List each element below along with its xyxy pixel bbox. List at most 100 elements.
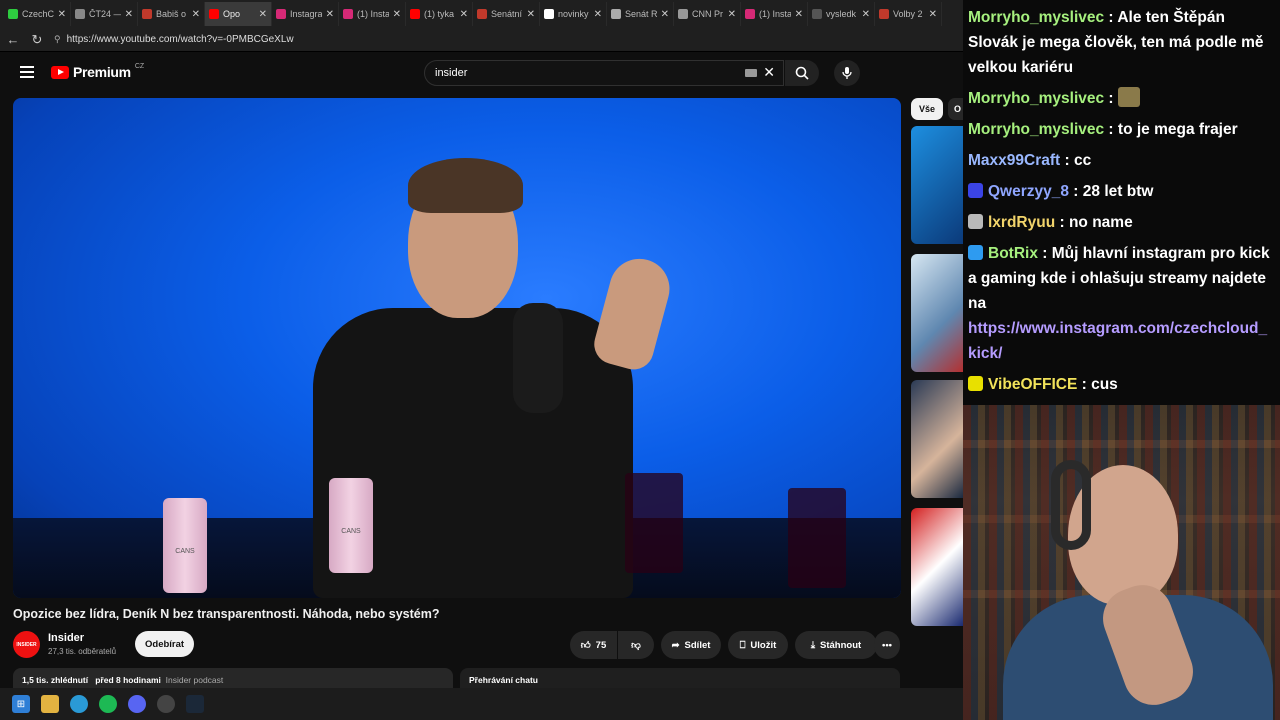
reload-icon[interactable]: ↻ xyxy=(30,32,44,48)
subscribe-button[interactable]: Odebírat xyxy=(135,631,195,657)
chat-badge-icon xyxy=(968,376,983,391)
search-value: insider xyxy=(435,67,468,79)
chat-separator: : xyxy=(1104,9,1118,26)
recommended-thumbnail[interactable] xyxy=(911,254,963,372)
tab-close-icon[interactable]: ✕ xyxy=(527,9,535,20)
search-button[interactable] xyxy=(785,60,819,86)
browser-tab[interactable]: novinky ✕ xyxy=(540,2,607,26)
subscriber-count: 27,3 tis. odběratelů xyxy=(48,647,117,656)
discord-icon[interactable] xyxy=(128,695,146,713)
thumbs-down-icon: 👎︎ xyxy=(631,640,641,651)
browser-tab[interactable]: Opo ✕ xyxy=(205,2,272,26)
browser-tab[interactable]: ČT24 — ✕ xyxy=(71,2,138,26)
tab-favicon-icon xyxy=(879,9,889,19)
chat-username[interactable]: Morryho_myslivec xyxy=(968,121,1104,138)
logo-country: CZ xyxy=(134,62,145,70)
tab-close-icon[interactable]: ✕ xyxy=(326,9,334,20)
tab-close-icon[interactable]: ✕ xyxy=(661,9,669,20)
chat-username[interactable]: lxrdRyuu xyxy=(988,214,1055,231)
clear-search-icon[interactable]: ✕ xyxy=(763,64,775,81)
browser-tab[interactable]: Senát R ✕ xyxy=(607,2,674,26)
browser-tab[interactable]: CNN Pr ✕ xyxy=(674,2,741,26)
site-info-icon[interactable]: ⚲ xyxy=(54,34,61,45)
recommended-thumbnail[interactable] xyxy=(911,126,963,244)
download-button[interactable]: ⤓ Stáhnout xyxy=(795,631,877,659)
menu-icon[interactable] xyxy=(20,66,34,78)
tab-label: vysledk xyxy=(826,9,857,19)
edge-browser-icon[interactable] xyxy=(70,695,88,713)
steam-icon[interactable] xyxy=(186,695,204,713)
tab-close-icon[interactable]: ✕ xyxy=(393,9,401,20)
spotify-icon[interactable] xyxy=(99,695,117,713)
chat-username[interactable]: Maxx99Craft xyxy=(968,152,1060,169)
browser-tab[interactable]: CzechC ✕ xyxy=(4,2,71,26)
tab-label: CzechC xyxy=(22,9,54,19)
more-actions-button[interactable]: ••• xyxy=(874,631,900,659)
youtube-premium-logo[interactable]: Premium CZ xyxy=(51,62,145,80)
url-field[interactable]: ⚲ https://www.youtube.com/watch?v=-0PMBC… xyxy=(54,31,957,49)
channel-avatar[interactable]: INSIDER xyxy=(13,631,40,658)
tab-close-icon[interactable]: ✕ xyxy=(929,9,937,20)
keyboard-icon[interactable] xyxy=(745,69,757,77)
tab-close-icon[interactable]: ✕ xyxy=(192,9,200,20)
chat-message: Morryho_myslivec : to je mega frajer xyxy=(968,117,1275,142)
chat-link[interactable]: https://www.instagram.com/czechcloud_kic… xyxy=(968,320,1267,362)
tab-close-icon[interactable]: ✕ xyxy=(125,9,133,20)
browser-tab[interactable]: (1) tyka ✕ xyxy=(406,2,473,26)
voice-search-button[interactable] xyxy=(834,60,860,86)
browser-tab[interactable]: (1) Insta ✕ xyxy=(741,2,808,26)
windows-start-icon[interactable]: ⊞ xyxy=(12,695,30,713)
chat-username[interactable]: Morryho_myslivec xyxy=(968,90,1104,107)
video-player[interactable]: CANS CANS xyxy=(13,98,901,598)
browser-tab[interactable]: vysledk ✕ xyxy=(808,2,875,26)
chat-separator: : xyxy=(1060,152,1074,169)
file-explorer-icon[interactable] xyxy=(41,695,59,713)
chat-username[interactable]: Qwerzyy_8 xyxy=(988,183,1069,200)
video-title: Opozice bez lídra, Deník N bez transpare… xyxy=(13,607,440,621)
browser-tab[interactable]: Instagra ✕ xyxy=(272,2,339,26)
back-icon[interactable]: ← xyxy=(6,32,20,47)
browser-tab[interactable]: Volby 2 ✕ xyxy=(875,2,942,26)
tab-close-icon[interactable]: ✕ xyxy=(58,9,66,20)
recommended-thumbnail[interactable] xyxy=(911,380,963,498)
tab-close-icon[interactable]: ✕ xyxy=(259,9,267,20)
obs-icon[interactable] xyxy=(157,695,175,713)
browser-tab[interactable]: Babiš o ✕ xyxy=(138,2,205,26)
chat-badge-icon xyxy=(968,183,983,198)
tab-bar: CzechC ✕ ČT24 — ✕ Babiš o ✕ Opo ✕ Instagra ✕ (1) I… xyxy=(0,0,963,28)
chat-username[interactable]: BotRix xyxy=(988,245,1038,262)
save-button[interactable]: ⎕ Uložit xyxy=(728,631,788,659)
tab-close-icon[interactable]: ✕ xyxy=(728,9,736,20)
chat-username[interactable]: Morryho_myslivec xyxy=(968,9,1104,26)
video-can-left: CANS xyxy=(163,498,207,593)
like-button[interactable]: 👍︎ 75 xyxy=(570,631,617,659)
tab-close-icon[interactable]: ✕ xyxy=(795,9,803,20)
dislike-button[interactable]: 👎︎ xyxy=(618,631,654,659)
search-input[interactable]: insider ✕ xyxy=(424,60,784,86)
bookmark-icon: ⎕ xyxy=(739,639,746,651)
playlist-link[interactable]: Insider podcast xyxy=(166,675,224,685)
tab-label: Senátní xyxy=(491,9,523,19)
share-button[interactable]: ➦ Sdílet xyxy=(661,631,721,659)
view-count: 1,5 tis. zhlédnutí xyxy=(22,675,89,685)
browser-tab[interactable]: (1) Insta ✕ xyxy=(339,2,406,26)
tab-close-icon[interactable]: ✕ xyxy=(862,9,870,20)
chat-replay-panel[interactable]: Přehrávání chatu xyxy=(460,668,900,690)
like-count: 75 xyxy=(595,639,607,651)
tab-favicon-icon xyxy=(276,9,286,19)
chat-separator: : xyxy=(1037,245,1052,262)
youtube-play-icon xyxy=(51,65,69,79)
chat-message: lxrdRyuu : no name xyxy=(968,210,1275,235)
chat-badge-icon xyxy=(968,245,983,260)
url-text: https://www.youtube.com/watch?v=-0PMBCGe… xyxy=(66,34,294,45)
browser-tab[interactable]: Senátní ✕ xyxy=(473,2,540,26)
chat-username[interactable]: VibeOFFICE xyxy=(988,376,1077,393)
channel-row: INSIDER Insider 27,3 tis. odběratelů Ode… xyxy=(13,630,903,660)
channel-name[interactable]: Insider xyxy=(48,632,84,644)
tab-close-icon[interactable]: ✕ xyxy=(594,9,602,20)
recommended-thumbnail[interactable] xyxy=(911,508,963,626)
video-description[interactable]: 1,5 tis. zhlédnutí před 8 hodinami Insid… xyxy=(13,668,453,690)
chip-all[interactable]: Vše xyxy=(911,98,943,120)
tab-favicon-icon xyxy=(142,9,152,19)
tab-close-icon[interactable]: ✕ xyxy=(460,9,468,20)
